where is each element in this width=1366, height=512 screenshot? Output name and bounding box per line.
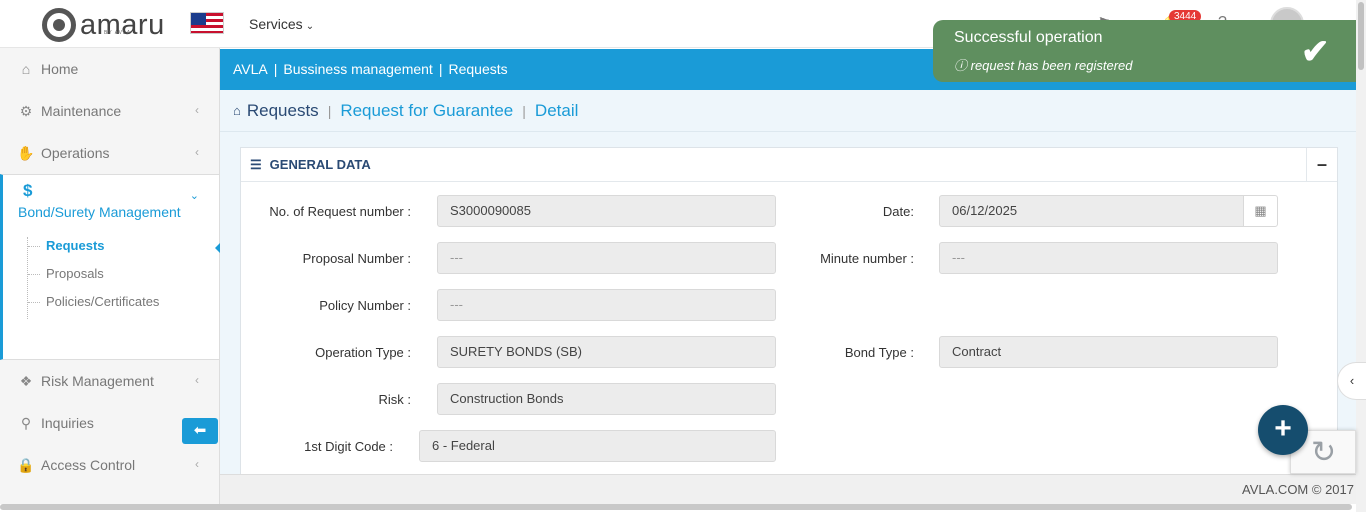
breadcrumb-current[interactable]: Requests <box>247 101 319 121</box>
sidebar-item-bond-surety[interactable]: $ Bond/Surety Management ⌄ Requests Prop… <box>0 174 222 360</box>
risk-label: Risk : <box>378 392 412 407</box>
vertical-scrollbar-thumb[interactable] <box>1358 2 1364 70</box>
footer-copyright: AVLA.COM © 2017 <box>1242 482 1354 497</box>
policy-number-label: Policy Number : <box>319 298 411 313</box>
breadcrumb-link[interactable]: Request for Guarantee <box>340 101 513 121</box>
header-path-item[interactable]: Bussiness management <box>283 61 432 77</box>
risk-field: Construction Bonds <box>437 383 776 415</box>
breadcrumb-link[interactable]: Detail <box>535 101 578 121</box>
bond-type-field: Contract <box>939 336 1278 368</box>
submenu-item-policies[interactable]: Policies/Certificates <box>28 293 159 321</box>
sidebar-item-label: Maintenance <box>41 103 122 119</box>
dollar-icon: $ <box>23 181 33 200</box>
sidebar-item-home[interactable]: ⌂ Home <box>0 48 219 90</box>
plus-icon: + <box>1274 412 1292 445</box>
toast-message: ⓘ request has been registered <box>954 55 1133 74</box>
add-floating-button[interactable]: + <box>1258 405 1308 455</box>
first-digit-code-label: 1st Digit Code : <box>304 439 393 454</box>
chevron-down-icon: ⌄ <box>305 21 315 32</box>
sidebar-collapse-button[interactable]: ⬅ <box>182 418 218 444</box>
chevron-left-icon: ‹ <box>1349 373 1355 388</box>
header-path-item[interactable]: AVLA <box>233 61 268 77</box>
chevron-left-icon: ‹ <box>195 373 199 387</box>
chevron-left-icon: ‹ <box>195 103 199 117</box>
chevron-left-icon: ‹ <box>195 457 199 471</box>
toast-message-text: request has been registered <box>970 58 1133 73</box>
date-label: Date: <box>882 204 914 219</box>
logo-subtitle: BY AVLA <box>104 30 132 36</box>
header-path-item[interactable]: Requests <box>448 61 507 77</box>
minute-number-field: --- <box>939 242 1278 274</box>
sidebar-item-access-control[interactable]: 🔒 Access Control ‹ <box>0 444 219 486</box>
request-number-label: No. of Request number : <box>269 204 411 219</box>
bond-type-label: Bond Type : <box>844 345 914 360</box>
gear-icon: ⚙ <box>19 102 33 119</box>
sidebar-item-risk-management[interactable]: ❖ Risk Management ‹ <box>0 360 219 402</box>
operation-type-label: Operation Type : <box>315 345 411 360</box>
policy-number-field: --- <box>437 289 776 321</box>
calendar-icon[interactable]: ▦ <box>1243 195 1278 227</box>
operation-type-field: SURETY BONDS (SB) <box>437 336 776 368</box>
proposal-number-field: --- <box>437 242 776 274</box>
sidebar-item-label: Inquiries <box>41 415 94 431</box>
date-field: 06/12/2025 <box>939 195 1244 227</box>
submenu: Requests Proposals Policies/Certificates <box>27 237 159 319</box>
services-menu[interactable]: Services ⌄ <box>249 16 314 32</box>
minute-number-label: Minute number : <box>820 251 914 266</box>
info-icon: ⓘ <box>954 58 971 73</box>
arrow-left-icon: ⬅ <box>193 422 207 439</box>
amaru-logo[interactable]: amaru <box>42 8 165 42</box>
logo-mark-icon <box>42 8 76 42</box>
toast-title: Successful operation <box>954 29 1103 46</box>
breadcrumb: ⌂ Requests | Request for Guarantee | Det… <box>220 90 1356 132</box>
footer: AVLA.COM © 2017 <box>220 474 1356 504</box>
check-icon: ✔ <box>1301 33 1330 71</box>
request-number-field: S3000090085 <box>437 195 776 227</box>
sidebar-item-label: Home <box>41 61 79 77</box>
sidebar-item-label: Risk Management <box>41 373 154 389</box>
list-icon: ☰ <box>250 156 262 172</box>
sidebar-item-label: Bond/Surety Management <box>18 204 181 220</box>
panel-title: GENERAL DATA <box>269 157 371 172</box>
sidebar-item-maintenance[interactable]: ⚙ Maintenance ‹ <box>0 90 219 132</box>
chevron-down-icon: ⌄ <box>189 190 199 202</box>
us-flag-icon[interactable] <box>190 12 224 34</box>
horizontal-scrollbar[interactable] <box>0 504 1352 510</box>
search-icon: ⚲ <box>20 414 32 431</box>
sidebar-item-operations[interactable]: ✋ Operations ‹ <box>0 132 219 174</box>
success-toast[interactable]: Successful operation ⓘ request has been … <box>933 20 1356 82</box>
cubes-icon: ❖ <box>19 372 33 389</box>
home-icon: ⌂ <box>21 61 31 77</box>
home-icon[interactable]: ⌂ <box>233 103 241 118</box>
collapse-panel-button[interactable]: – <box>1306 148 1337 182</box>
panel-header: ☰ GENERAL DATA <box>241 148 1337 182</box>
lock-icon: 🔒 <box>17 456 35 473</box>
sidebar-item-label: Access Control <box>41 457 136 473</box>
vertical-scrollbar[interactable] <box>1356 0 1366 512</box>
sidebar-item-label: Operations <box>41 145 110 161</box>
chevron-left-icon: ‹ <box>195 145 199 159</box>
services-label: Services <box>249 16 303 32</box>
proposal-number-label: Proposal Number : <box>302 251 411 266</box>
handshake-icon: ✋ <box>17 144 35 161</box>
submenu-item-requests[interactable]: Requests <box>28 237 159 265</box>
first-digit-code-field: 6 - Federal <box>419 430 776 462</box>
submenu-item-proposals[interactable]: Proposals <box>28 265 159 293</box>
